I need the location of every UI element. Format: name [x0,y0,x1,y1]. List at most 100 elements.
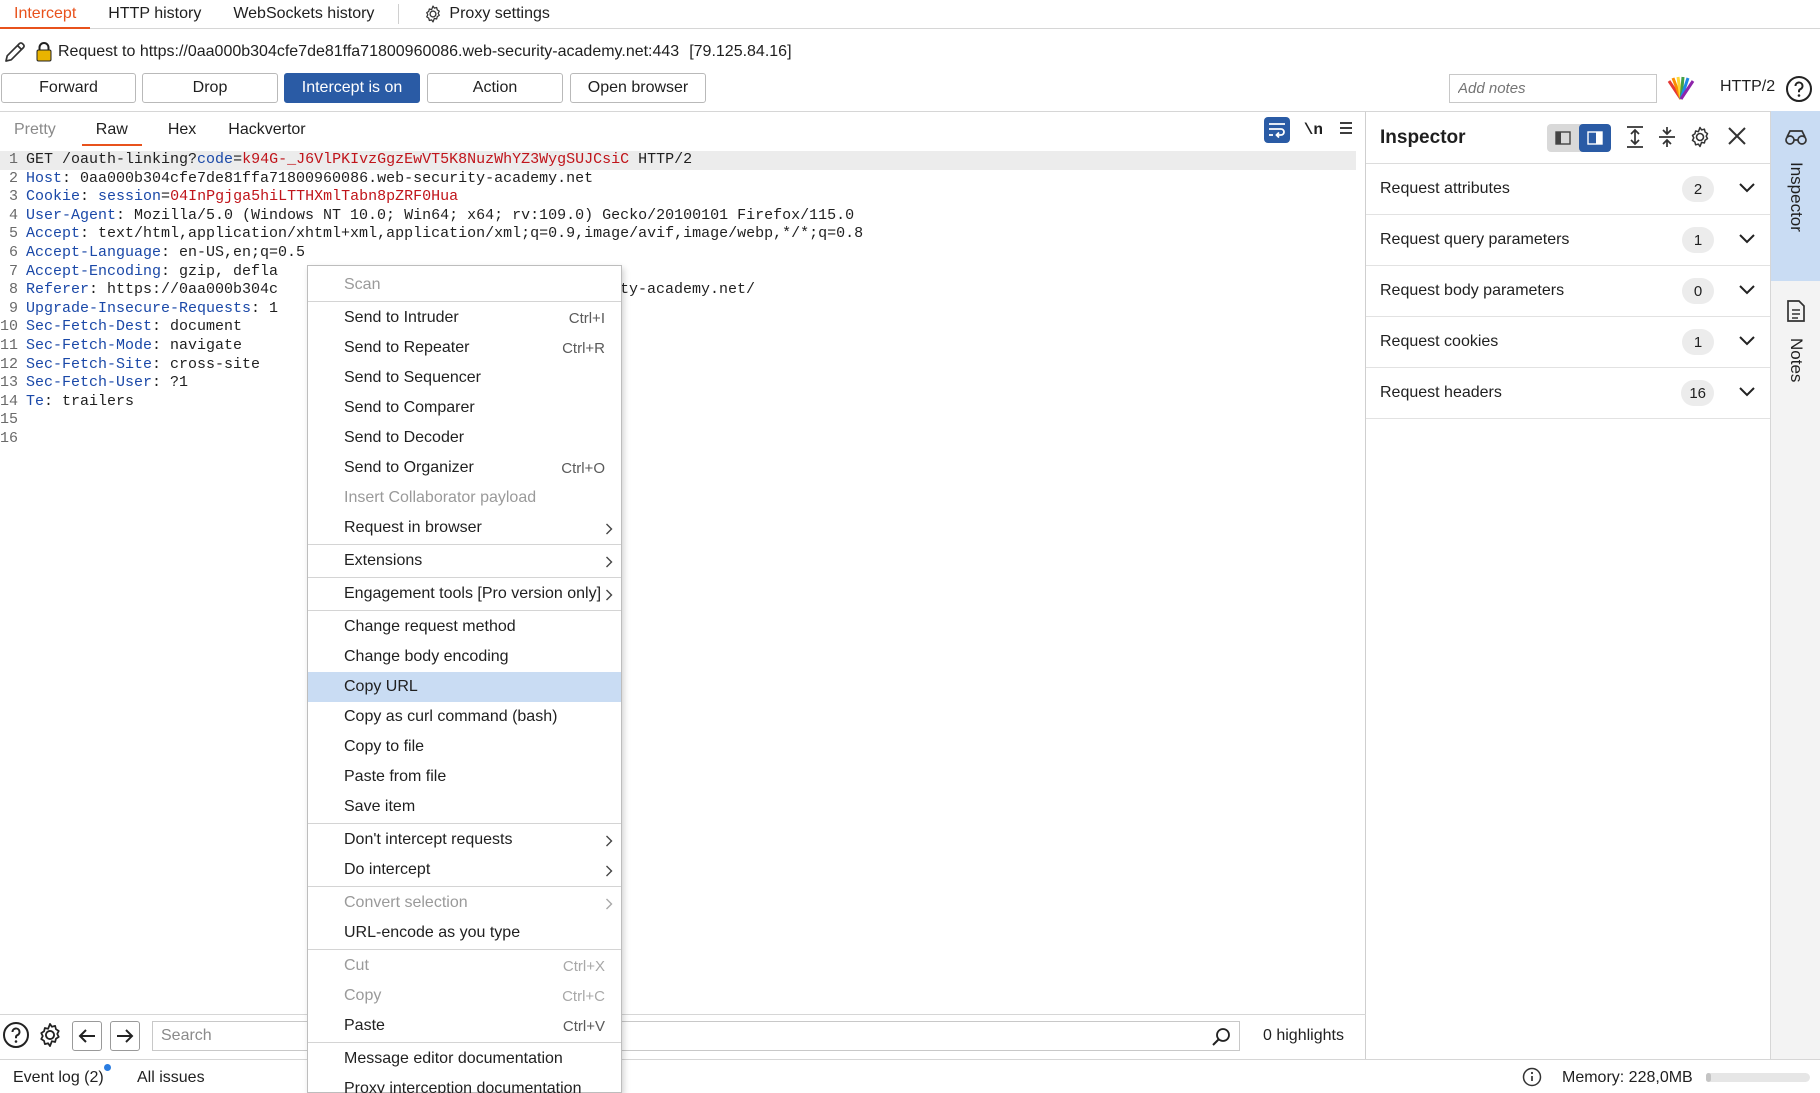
previous-match-button[interactable] [72,1021,102,1051]
menu-item-send-to-intruder[interactable]: Send to Intruder Ctrl+I [308,303,621,333]
section-label: Request query parameters [1380,231,1570,248]
all-issues-link[interactable]: All issues [137,1069,205,1087]
line-number: 8 [8,281,18,299]
menu-separator [308,301,621,302]
inspector-section-headers[interactable]: Request headers 16 [1366,368,1770,419]
menu-item-copy-as-curl-command-bash[interactable]: Copy as curl command (bash) [308,702,621,732]
show-newlines-toggle[interactable]: \n [1304,121,1323,139]
menu-item-do-intercept[interactable]: Do intercept [308,855,621,885]
raw-request-text[interactable]: 1 GET /oauth-linking? code = k94G-_J6VlPKIvz… [0,151,1356,449]
header-key: Sec-Fetch-Mode [26,336,153,354]
chevron-right-icon [605,897,613,915]
menu-item-url-encode-as-you-type[interactable]: URL-encode as you type [308,918,621,948]
chevron-down-icon[interactable] [1738,232,1756,250]
menu-item-label: Copy URL [344,678,418,695]
header-value: : text/html,application/xhtml+xml,applic… [80,225,864,243]
help-icon[interactable] [1785,75,1813,108]
add-notes-input[interactable] [1449,74,1657,103]
action-button[interactable]: Action [427,73,563,103]
gear-icon[interactable] [1688,125,1712,149]
line-number: 5 [8,225,18,243]
menu-item-send-to-decoder[interactable]: Send to Decoder [308,423,621,453]
forward-button[interactable]: Forward [1,73,136,103]
menu-item-message-editor-documentation[interactable]: Message editor documentation [308,1044,621,1074]
menu-item-copy-to-file[interactable]: Copy to file [308,732,621,762]
open-browser-button[interactable]: Open browser [570,73,706,103]
menu-item-change-body-encoding[interactable]: Change body encoding [308,642,621,672]
menu-item-label: Insert Collaborator payload [344,489,537,506]
menu-item-label: Convert selection [344,894,468,911]
help-icon[interactable] [2,1021,30,1049]
menu-item-send-to-organizer[interactable]: Send to Organizer Ctrl+O [308,453,621,483]
inspector-layout-toggle[interactable] [1547,124,1611,152]
header-value: : https://0aa000b304c [89,281,279,299]
chevron-down-icon[interactable] [1738,181,1756,199]
menu-item-copy-url[interactable]: Copy URL [308,672,621,702]
menu-item-label: Send to Intruder [344,309,459,326]
menu-item-paste-from-file[interactable]: Paste from file [308,762,621,792]
tab-hex[interactable]: Hex [154,112,210,148]
menu-item-label: Paste [344,1017,385,1034]
line-number: 13 [0,374,19,392]
section-label: Request cookies [1380,333,1499,350]
word-wrap-icon[interactable] [1263,117,1290,143]
burp-highlight-icon[interactable] [1666,75,1696,101]
menu-item-don-t-intercept-requests[interactable]: Don't intercept requests [308,825,621,855]
menu-item-label: Extensions [344,552,423,569]
header-value: : gzip, defla [161,262,279,280]
layout-list-icon[interactable] [1547,124,1579,152]
tab-intercept[interactable]: Intercept [0,0,91,29]
event-log-link[interactable]: Event log (2) [13,1069,104,1087]
menu-item-cut: Cut Ctrl+X [308,951,621,981]
menu-item-request-in-browser[interactable]: Request in browser [308,513,621,543]
menu-item-proxy-interception-documentation[interactable]: Proxy interception documentation [308,1074,621,1093]
menu-item-change-request-method[interactable]: Change request method [308,612,621,642]
menu-item-label: Save item [344,798,416,815]
chevron-down-icon[interactable] [1738,334,1756,352]
close-icon[interactable] [1726,125,1748,147]
collapse-all-icon[interactable] [1656,125,1678,149]
menu-item-engagement-tools-pro-version-only[interactable]: Engagement tools [Pro version only] [308,579,621,609]
chevron-down-icon[interactable] [1738,283,1756,301]
rail-tab-notes[interactable]: Notes [1771,299,1820,419]
menu-item-extensions[interactable]: Extensions [308,546,621,576]
inspector-section-body-parameters[interactable]: Request body parameters 0 [1366,266,1770,317]
menu-item-paste[interactable]: Paste Ctrl+V [308,1011,621,1041]
code-line: 15 [0,411,1356,430]
menu-item-send-to-repeater[interactable]: Send to Repeater Ctrl+R [308,333,621,363]
tab-raw[interactable]: Raw [74,112,150,148]
inspector-title: Inspector [1380,127,1466,148]
expand-all-icon[interactable] [1624,125,1646,149]
code-line: 11 Sec-Fetch-Mode: navigate [0,337,1356,356]
query-param-value: k94G-_J6VlPKIvzGgzEwVT5K8NuzWhYZ3WygSUJC… [242,151,630,168]
intercept-toggle-button[interactable]: Intercept is on [284,73,420,103]
tab-proxy-settings[interactable]: Proxy settings [409,0,563,28]
drop-button[interactable]: Drop [142,73,278,103]
http-version-label[interactable]: HTTP/2 [1720,78,1775,96]
menu-item-send-to-comparer[interactable]: Send to Comparer [308,393,621,423]
tab-websockets-history[interactable]: WebSockets history [219,0,388,28]
menu-item-label: Engagement tools [Pro version only] [344,585,602,602]
inspector-section-query-parameters[interactable]: Request query parameters 1 [1366,215,1770,266]
gear-icon[interactable] [36,1021,64,1049]
menu-item-send-to-sequencer[interactable]: Send to Sequencer [308,363,621,393]
tab-http-history[interactable]: HTTP history [94,0,215,28]
tab-pretty[interactable]: Pretty [0,112,70,148]
menu-item-label: Request in browser [344,519,482,536]
next-match-button[interactable] [110,1021,140,1051]
info-icon[interactable] [1522,1067,1542,1092]
inspector-glasses-icon [1784,129,1808,152]
code-line: 9 Upgrade-Insecure-Requests: 1 [0,300,1356,319]
tab-hackvertor[interactable]: Hackvertor [214,112,319,148]
editor-menu-icon[interactable] [1337,120,1355,141]
inspector-section-cookies[interactable]: Request cookies 1 [1366,317,1770,368]
pencil-icon[interactable] [2,39,28,65]
chevron-down-icon[interactable] [1738,385,1756,403]
menu-item-save-item[interactable]: Save item [308,792,621,822]
rail-tab-inspector[interactable]: Inspector [1771,111,1820,281]
layout-panel-icon[interactable] [1579,124,1611,152]
inspector-section-request-attributes[interactable]: Request attributes 2 [1366,164,1770,215]
code-line: 6 Accept-Language: en-US,en;q=0.5 [0,244,1356,263]
tab-divider [398,4,400,24]
chevron-right-icon [605,522,613,540]
